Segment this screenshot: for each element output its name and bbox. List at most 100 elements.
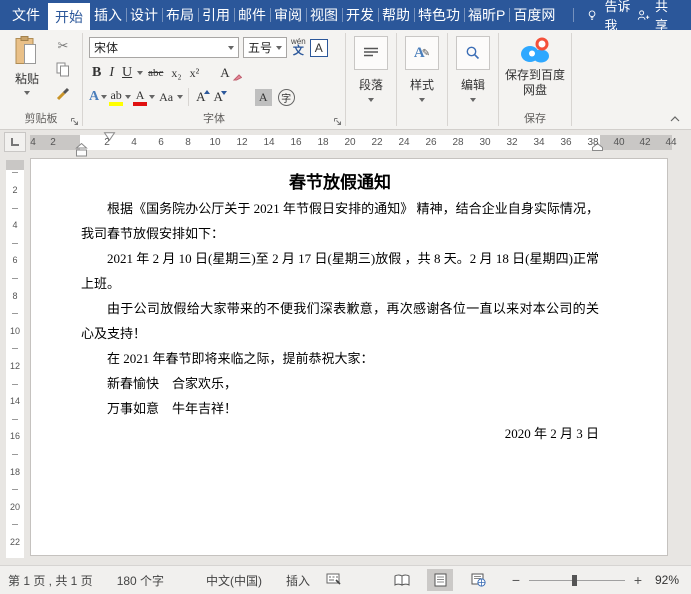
save-to-baidu-button[interactable]: 保存到百度网盘 [499, 37, 571, 98]
underline-dropdown-arrow[interactable] [137, 71, 144, 75]
paragraph-7[interactable]: 2020 年 2 月 3 日 [81, 421, 599, 446]
h-ruler-number: 4 [30, 137, 36, 148]
strikethrough-button[interactable]: abc [145, 67, 166, 79]
v-ruler-tick [12, 524, 18, 526]
document-page[interactable]: 春节放假通知 根据《国务院办公厅关于 2021 年节假日安排的通知》 精神，结合… [30, 158, 668, 556]
paragraph-3[interactable]: 由于公司放假给大家带来的不便我们深表歉意，再次感谢各位一直以来对本公司的关心及支… [81, 296, 599, 346]
zoom-level[interactable]: 92% [649, 573, 679, 587]
tab-8[interactable]: 审阅 [270, 0, 306, 30]
editing-button[interactable]: 编辑 [448, 30, 498, 129]
text-effects-dropdown-arrow[interactable] [101, 95, 108, 99]
h-ruler[interactable]: 4 2 2 4 6 8 10 12 14 16 18 20 22 24 26 28 30 32 34 36 38 40 42… [30, 132, 677, 157]
tab-2[interactable]: 开始 [48, 3, 90, 30]
h-ruler-number: 32 [506, 137, 518, 148]
zoom-in-button[interactable]: + [633, 572, 643, 588]
editing-icon-box [456, 36, 490, 70]
language-status[interactable]: 中文(中国) [206, 572, 262, 589]
zoom-out-button[interactable]: − [511, 572, 521, 588]
zoom-slider[interactable] [529, 574, 625, 586]
tab-1[interactable]: 文件 [8, 0, 44, 30]
v-ruler-tick [12, 383, 18, 385]
save-group: 保存到百度网盘 保存 [499, 30, 571, 129]
font-color-bar [133, 101, 148, 106]
tab-12[interactable]: 特色功 [414, 0, 464, 30]
character-shading-button[interactable]: A [254, 88, 272, 106]
paragraph-2[interactable]: 2021 年 2 月 10 日(星期三)至 2 月 17 日(星期三)放假 ，共… [81, 246, 599, 296]
subscript-button[interactable]: x₂ [168, 66, 184, 81]
tab-10[interactable]: 开发 [342, 0, 378, 30]
font-dialog-launcher[interactable] [333, 117, 342, 126]
read-mode-button[interactable] [389, 569, 415, 591]
read-mode-icon [394, 574, 410, 586]
clipboard-dialog-launcher[interactable] [70, 117, 79, 126]
tab-13[interactable]: 福昕P [464, 0, 509, 30]
v-ruler-tick [12, 207, 18, 209]
h-ruler-number: 30 [479, 137, 491, 148]
paste-label: 粘贴 [14, 72, 39, 86]
share-button[interactable]: 共享 [637, 0, 677, 33]
insert-mode-status[interactable]: 插入 [286, 572, 310, 589]
highlight-color-button[interactable]: ab [109, 89, 124, 106]
tab-9[interactable]: 视图 [306, 0, 342, 30]
underline-button[interactable]: U [119, 65, 135, 81]
grow-font-button[interactable]: A [194, 89, 210, 105]
change-case-dropdown-arrow[interactable] [177, 95, 184, 99]
tab-5[interactable]: 布局 [162, 0, 198, 30]
paragraph-6[interactable]: 万事如意 牛年吉祥！ [81, 396, 599, 421]
paragraph-lines-icon [364, 47, 378, 57]
zoom-slider-thumb[interactable] [572, 575, 578, 586]
font-name-select[interactable]: 宋体 [89, 37, 239, 58]
v-ruler-tick [12, 172, 18, 174]
tab-4[interactable]: 设计 [126, 0, 162, 30]
v-ruler[interactable]: 2 4 6 8 10 12 14 16 18 20 22 [6, 160, 24, 558]
word-count[interactable]: 180 个字 [117, 572, 164, 589]
tab-3[interactable]: 插入 [90, 0, 126, 30]
tab-7[interactable]: 邮件 [234, 0, 270, 30]
styles-button[interactable]: A ✎ 样式 [397, 30, 447, 129]
text-effects-button[interactable]: A [89, 89, 99, 105]
collapse-ribbon-button[interactable] [667, 113, 683, 125]
macro-record-button[interactable] [326, 572, 341, 588]
baidu-netdisk-icon [521, 37, 549, 63]
clear-formatting-button[interactable]: A [220, 65, 242, 81]
character-border-button[interactable]: A [309, 38, 328, 57]
document-title[interactable]: 春节放假通知 [81, 169, 599, 196]
v-ruler-tick [12, 454, 18, 455]
web-layout-button[interactable] [465, 569, 491, 591]
paragraph-5[interactable]: 新春愉快 合家欢乐， [81, 371, 599, 396]
format-painter-button[interactable] [52, 84, 74, 103]
paragraph-button[interactable]: 段落 [346, 30, 396, 129]
lightbulb-icon [589, 9, 596, 20]
tab-6[interactable]: 引用 [198, 0, 234, 30]
change-case-button[interactable]: Aa [157, 90, 175, 105]
left-indent-marker[interactable] [75, 143, 88, 157]
font-color-button[interactable]: A [133, 89, 148, 106]
v-ruler-number: 4 [12, 220, 18, 231]
tab-14[interactable]: 百度网 [509, 0, 559, 30]
print-layout-button[interactable] [427, 569, 453, 591]
h-ruler-number: 28 [452, 137, 464, 148]
clipboard-group: 粘贴 ✂ 剪贴板 [0, 30, 82, 129]
copy-button[interactable] [52, 60, 74, 79]
font-size-select[interactable]: 五号 [243, 37, 287, 58]
font-color-dropdown-arrow[interactable] [149, 95, 156, 99]
h-ruler-number: 38 [587, 137, 599, 148]
paragraph-4[interactable]: 在 2021 年春节即将来临之际，提前恭祝大家： [81, 346, 599, 371]
page-info[interactable]: 第 1 页 , 共 1 页 [8, 572, 93, 589]
eraser-icon [232, 74, 242, 81]
highlight-dropdown-arrow[interactable] [125, 95, 132, 99]
shrink-font-button[interactable]: A [212, 89, 227, 105]
paragraph-1[interactable]: 根据《国务院办公厅关于 2021 年节假日安排的通知》 精神，结合企业自身实际情… [81, 196, 599, 246]
tab-stop-selector[interactable] [4, 132, 26, 152]
paste-button[interactable]: 粘贴 [6, 36, 48, 95]
tab-11[interactable]: 帮助 [378, 0, 414, 30]
tell-me-button[interactable]: 告诉我 [573, 0, 637, 33]
italic-button[interactable]: I [106, 65, 117, 81]
cut-button[interactable]: ✂ [52, 36, 74, 55]
bold-button[interactable]: B [89, 65, 104, 81]
superscript-button[interactable]: x² [187, 66, 203, 81]
pinyin-guide-button[interactable]: wén 文 [291, 38, 306, 57]
h-ruler-number: 2 [50, 137, 56, 148]
enclose-characters-button[interactable]: 字 [277, 88, 295, 106]
status-bar-right: − + 92% [377, 569, 679, 591]
